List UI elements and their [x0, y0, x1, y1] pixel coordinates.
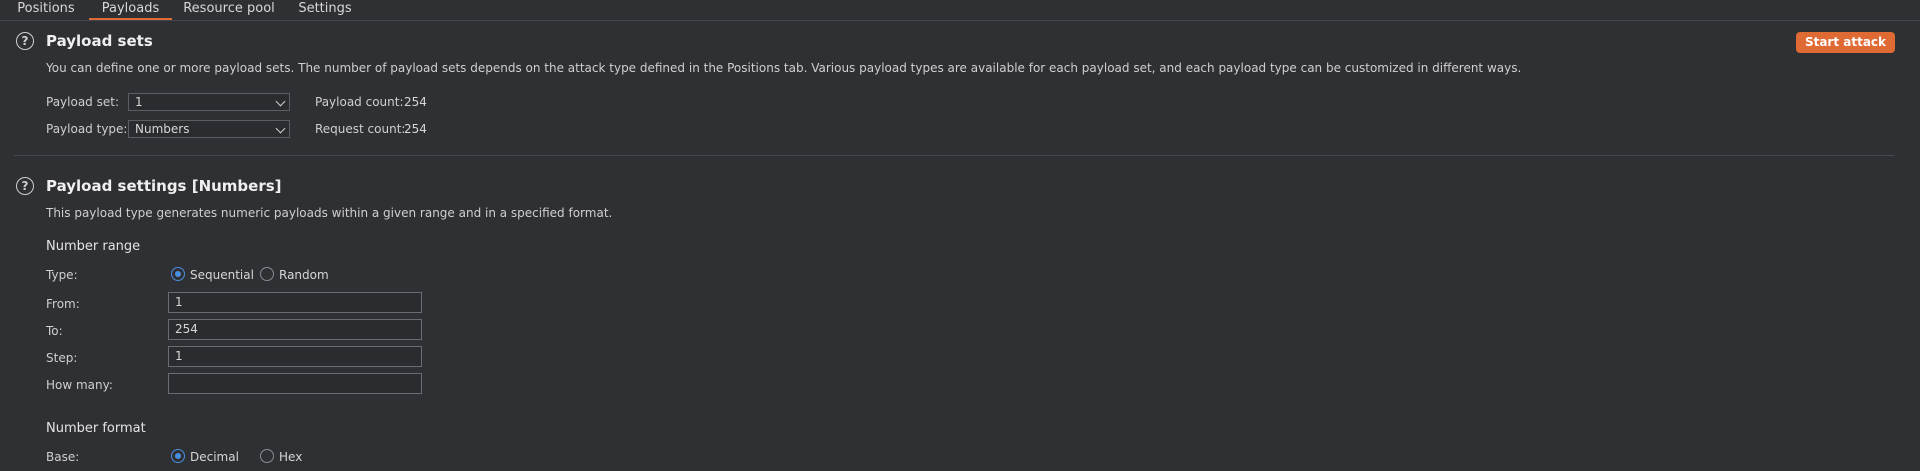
payload-count-value: 254 [404, 95, 427, 109]
request-count-value: 254 [404, 122, 427, 136]
payload-settings-description: This payload type generates numeric payl… [46, 206, 613, 220]
random-radio-label[interactable]: Random [279, 268, 329, 282]
tab-payloads[interactable]: Payloads [89, 0, 172, 20]
from-label: From: [46, 297, 80, 311]
tab-bar: Positions Payloads Resource pool Setting… [0, 0, 1920, 21]
to-label: To: [46, 324, 63, 338]
tab-positions[interactable]: Positions [14, 0, 78, 20]
number-range-heading: Number range [46, 239, 141, 254]
payload-type-label: Payload type: [46, 122, 128, 136]
tab-resource-pool[interactable]: Resource pool [183, 0, 275, 20]
payload-set-value: 1 [135, 95, 143, 109]
to-input[interactable]: 254 [168, 319, 422, 340]
intruder-payloads-page: Positions Payloads Resource pool Setting… [0, 0, 1920, 471]
payload-type-select[interactable]: Numbers [128, 120, 290, 138]
sequential-radio-label[interactable]: Sequential [190, 268, 254, 282]
payload-type-value: Numbers [135, 122, 190, 136]
range-type-label: Type: [46, 268, 78, 282]
hex-radio-label[interactable]: Hex [279, 450, 302, 464]
decimal-radio-label[interactable]: Decimal [190, 450, 239, 464]
from-input[interactable]: 1 [168, 292, 422, 313]
payload-sets-description: You can define one or more payload sets.… [46, 61, 1522, 75]
start-attack-button[interactable]: Start attack [1796, 32, 1895, 53]
hex-radio[interactable] [260, 449, 274, 463]
how-many-input[interactable] [168, 373, 422, 394]
step-label: Step: [46, 351, 78, 365]
sequential-radio[interactable] [171, 267, 185, 281]
random-radio[interactable] [260, 267, 274, 281]
chevron-down-icon [275, 96, 286, 107]
base-label: Base: [46, 450, 80, 464]
payload-settings-title: Payload settings [Numbers] [46, 177, 282, 195]
payload-sets-title: Payload sets [46, 32, 153, 50]
payload-set-label: Payload set: [46, 95, 119, 109]
help-icon[interactable]: ? [16, 32, 34, 50]
chevron-down-icon [275, 123, 286, 134]
how-many-label: How many: [46, 378, 113, 392]
number-format-heading: Number format [46, 421, 146, 436]
tab-settings[interactable]: Settings [292, 0, 358, 20]
payload-count-label: Payload count: [315, 95, 404, 109]
request-count-label: Request count: [315, 122, 406, 136]
help-icon[interactable]: ? [16, 177, 34, 195]
section-divider [14, 155, 1894, 156]
decimal-radio[interactable] [171, 449, 185, 463]
step-input[interactable]: 1 [168, 346, 422, 367]
payload-set-select[interactable]: 1 [128, 93, 290, 111]
